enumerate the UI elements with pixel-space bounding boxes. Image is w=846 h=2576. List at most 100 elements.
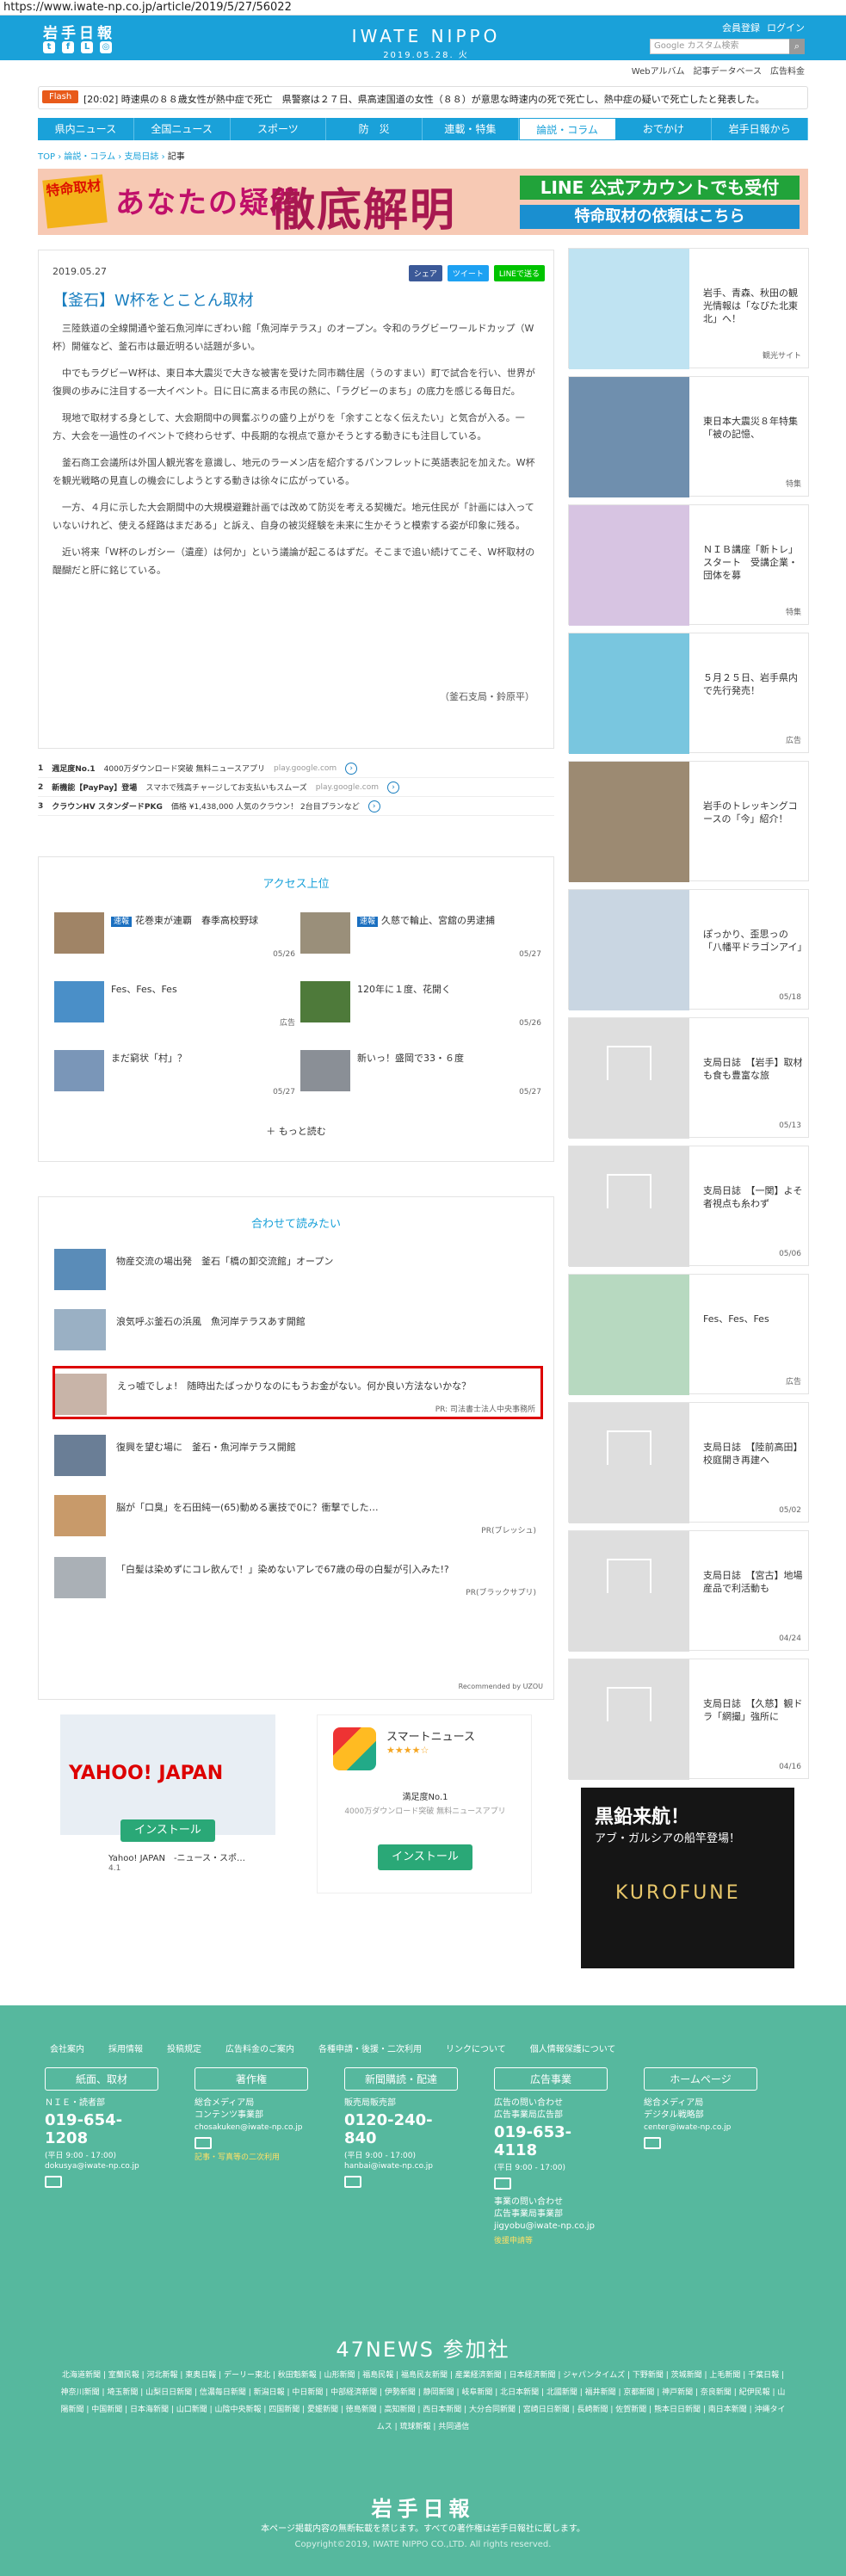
sidebar-card[interactable]: Fes、Fes、Fes 広告 (568, 1274, 809, 1395)
sidebar-card[interactable]: 支局日誌 【一関】よそ者視点も糸わず 05/06 (568, 1146, 809, 1267)
facebook-share-button[interactable]: シェア (408, 265, 442, 281)
tweet-button[interactable]: ツイート (447, 265, 489, 281)
contact-email[interactable]: center@iwate-np.co.jp (644, 2123, 757, 2132)
mail-icon[interactable] (45, 2176, 62, 2188)
instagram-icon[interactable]: ◎ (100, 41, 112, 53)
sidebar-card[interactable]: 支局日誌 【久慈】観ドラ「網撮」強所に 04/16 (568, 1659, 809, 1780)
ranking-item[interactable]: 新いっ！盛岡で33・６度 05/27 (300, 1047, 541, 1102)
nav-outing[interactable]: おでかけ (616, 118, 713, 140)
chevron-right-icon[interactable]: › (367, 800, 380, 812)
breadcrumb-diary[interactable]: 支局日誌 (124, 152, 158, 162)
related-item[interactable]: 脳が「口臭」を石田純一(65)動める裏技で0に？衝撃でした… PR(ブレッシュ) (54, 1490, 541, 1543)
footer-link[interactable]: リンクについて (446, 2042, 506, 2054)
ad-row[interactable]: 3 クラウンHV スタンダードPKG 価格 ¥1,438,000 人気のクラウン！ … (38, 797, 554, 816)
install-button[interactable]: インストール (378, 1844, 472, 1870)
line-icon[interactable]: L (81, 41, 93, 53)
mail-icon[interactable] (344, 2176, 361, 2188)
sidebar-card[interactable]: 岩手、青森、秋田の観光情報は「なびた北東北」へ！ 観光サイト (568, 248, 809, 369)
related-item[interactable]: 「白髪は染めずにコレ飲んで！」染めないアレで67歳の母の白髪が引入みた!? PR(… (54, 1552, 541, 1605)
ad-row[interactable]: 1 週足度No.1 4000万ダウンロード突破 無料ニュースアプリ play.goog… (38, 759, 554, 778)
web-album-link[interactable]: Webアルバム (632, 64, 685, 77)
footer-link[interactable]: 各種申請・後援・二次利用 (318, 2042, 422, 2054)
flash-text[interactable]: [20:02] 時速県の８８歳女性が熱中症で死亡 県警察は２７日、県高速国道の女… (83, 92, 798, 106)
nav-sports[interactable]: スポーツ (231, 118, 327, 140)
nav-local[interactable]: 県内ニュース (38, 118, 134, 140)
ranking-item[interactable]: 速報 久慈で輪止、宮舘の男逮捕 05/27 (300, 909, 541, 964)
mail-icon[interactable] (494, 2178, 511, 2190)
contact-heading[interactable]: 著作権 (195, 2067, 308, 2091)
special-banner[interactable]: 特命取材 あなたの疑問 徹底解明 LINE 公式アカウントでも受付 特命取材の依… (38, 169, 808, 235)
breadcrumb-opinion[interactable]: 論説・コラム (64, 152, 115, 162)
footer-link[interactable]: 採用情報 (108, 2042, 143, 2054)
brand[interactable]: IWATE NIPPO 2019.05.28. 火 (340, 26, 512, 60)
contact-email[interactable]: hanbai@iwate-np.co.jp (344, 2162, 458, 2171)
contact-heading[interactable]: 新聞購読・配達 (344, 2067, 458, 2091)
banner-request[interactable]: 特命取材の依頼はこちら (520, 205, 800, 229)
footer-link[interactable]: 会社案内 (50, 2042, 84, 2054)
47news-papers[interactable]: 北海道新聞 | 室蘭民報 | 河北新報 | 東奥日報 | デーリー東北 | 秋田… (60, 2367, 786, 2436)
login-link[interactable]: ログイン (767, 21, 805, 34)
footer-link[interactable]: 投稿規定 (167, 2042, 201, 2054)
search-icon[interactable]: ⌕ (789, 39, 805, 54)
related-item[interactable]: 復興を望む場に 釜石・魚河岸テラス開館 (54, 1430, 541, 1483)
footer-logo[interactable]: 岩手日報 (0, 2492, 846, 2522)
banner-line[interactable]: LINE 公式アカウントでも受付 (520, 176, 800, 200)
yahoo-app-ad[interactable]: YAHOO! JAPAN インストール Yahoo! JAPAN -ニュース・ス… (60, 1714, 275, 1893)
sidebar-label: 05/18 (779, 993, 801, 1002)
mail-icon[interactable] (644, 2137, 661, 2149)
sidebar-label: 05/06 (779, 1250, 801, 1258)
fishing-rod-ad[interactable]: 黒鉛来航！ アブ・ガルシアの船竿登場！ KUROFUNE (581, 1788, 794, 1968)
ad-rates-link[interactable]: 広告料金 (770, 64, 805, 77)
facebook-icon[interactable]: f (62, 41, 74, 53)
contact-column: 新聞購読・配達 販売局販売部 0120-240-840 (平日 9:00 - 1… (344, 2067, 458, 2188)
contact-email[interactable]: dokusya@iwate-np.co.jp (45, 2162, 158, 2171)
url-bar[interactable]: https://www.iwate-np.co.jp/article/2019/… (0, 0, 846, 15)
contact-email[interactable]: chosakuken@iwate-np.co.jp (195, 2123, 308, 2132)
site-logo[interactable]: 岩手日報 (43, 21, 115, 42)
register-link[interactable]: 会員登録 (722, 21, 760, 34)
chevron-right-icon[interactable]: › (387, 781, 399, 794)
ad-row[interactable]: 2 新機能【PayPay】登場 スマホで残高チャージしてお支払いもスムーズ play.… (38, 778, 554, 797)
sidebar-image (569, 1275, 689, 1395)
ranking-item[interactable]: 速報 花巻東が連覇 春季高校野球 05/26 (54, 909, 295, 964)
related-item[interactable]: 物産交流の場出発 釜石「橋の卸交流館」オープン (54, 1244, 541, 1297)
secondary-use-link[interactable]: 記事・写真等の二次利用 (195, 2151, 308, 2162)
smartnews-app-ad[interactable]: スマートニュース ★★★★☆ 満足度No.1 4000万ダウンロード突破 無料ニ… (317, 1714, 532, 1893)
nav-national[interactable]: 全国ニュース (134, 118, 231, 140)
database-link[interactable]: 記事データベース (694, 64, 763, 77)
related-item-highlighted[interactable]: えっ嘘でしょ! 随時出たばっかりなのにもうお金がない。何か良い方法ないかな？ PR… (52, 1366, 543, 1419)
sidebar-card[interactable]: ５月２５日、岩手県内で先行発売！ 広告 (568, 633, 809, 754)
nav-disaster[interactable]: 防 災 (326, 118, 423, 140)
sidebar-card[interactable]: 支局日誌 【宮古】地場産品で利活動も 04/24 (568, 1530, 809, 1652)
contact-heading[interactable]: 紙面、取材 (45, 2067, 158, 2091)
sidebar-card[interactable]: 支局日誌 【岩手】取材も食も豊富な旅 05/13 (568, 1017, 809, 1139)
sidebar-card[interactable]: 岩手のトレッキングコースの「今」紹介！ (568, 761, 809, 882)
chevron-right-icon[interactable]: › (345, 762, 358, 775)
line-share-button[interactable]: LINEで送る (493, 265, 545, 281)
sidebar-card[interactable]: 支局日誌 【陸前高田】校庭開き再建へ 05/02 (568, 1402, 809, 1523)
nav-series[interactable]: 連載・特集 (423, 118, 519, 140)
related-pr: PR(ブレッシュ) (481, 1527, 536, 1535)
ranking-item[interactable]: 120年に１度、花開く 05/26 (300, 978, 541, 1033)
sidebar-card[interactable]: ＮＩＢ講座「新トレ」スタート 受講企業・団体を募 特集 (568, 504, 809, 626)
flash-news[interactable]: Flash [20:02] 時速県の８８歳女性が熱中症で死亡 県警察は２７日、県… (38, 86, 808, 109)
ranking-item[interactable]: Fes、Fes、Fes 広告 (54, 978, 295, 1033)
contact-heading[interactable]: 広告事業 (494, 2067, 608, 2091)
sidebar-card[interactable]: 東日本大震災８年特集「被の記憶、 特集 (568, 376, 809, 497)
nav-from-iwate[interactable]: 岩手日報から (712, 118, 808, 140)
search-input[interactable]: Google カスタム検索 ⌕ (650, 39, 805, 54)
sidebar-card[interactable]: ぽっかり、歪思っの「八幡平ドラゴンアイ」 05/18 (568, 889, 809, 1010)
sponsorship-link[interactable]: 後援申請等 (494, 2234, 608, 2246)
related-item[interactable]: 浪気呼ぶ釜石の浜風 魚河岸テラスあす開館 (54, 1304, 541, 1357)
contact-heading[interactable]: ホームページ (644, 2067, 757, 2091)
footer-link[interactable]: 個人情報保護について (530, 2042, 616, 2054)
footer-link[interactable]: 広告料金のご案内 (225, 2042, 294, 2054)
breadcrumb-top[interactable]: TOP (38, 152, 55, 162)
ranking-item[interactable]: まだ窮状「村」？ 05/27 (54, 1047, 295, 1102)
sidebar-text: 支局日誌 【久慈】観ドラ「網撮」強所に (703, 1698, 803, 1722)
nav-opinion[interactable]: 論説・コラム (518, 118, 616, 140)
twitter-icon[interactable]: t (43, 41, 55, 53)
mail-icon[interactable] (195, 2137, 212, 2149)
more-button[interactable]: ＋ もっと読む (39, 1124, 553, 1138)
install-button[interactable]: インストール (120, 1819, 215, 1842)
